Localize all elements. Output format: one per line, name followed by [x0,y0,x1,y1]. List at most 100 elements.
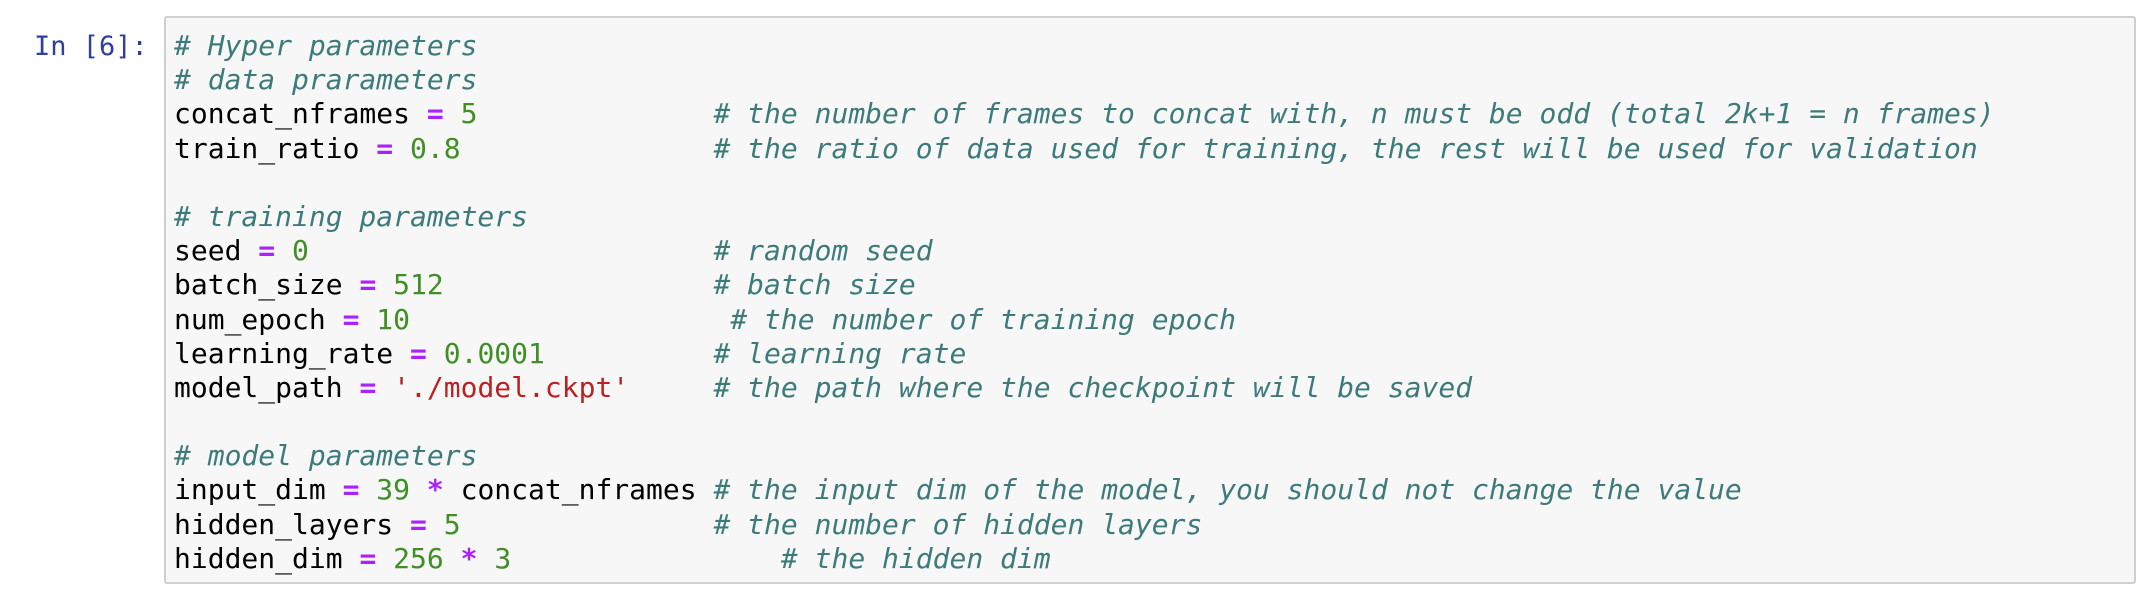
code-line: input_dim = 39 * concat_nframes # the in… [174,473,1995,507]
code-line: hidden_layers = 5 # the number of hidden… [174,508,1995,542]
code-comment: # learning rate [713,336,967,370]
code-line: seed = 0 # random seed [174,234,1995,268]
code-comment: # the path where the checkpoint will be … [713,370,1473,404]
code-identifier: batch_size [174,268,343,302]
code-identifier: input_dim [174,473,326,507]
code-comment: # the number of frames to concat with, n… [713,97,1995,131]
code-comment: # the number of training epoch [730,302,1237,336]
code-line: # Hyper parameters [174,29,1995,63]
code-identifier: hidden_dim [174,541,343,575]
code-line: # model parameters [174,439,1995,473]
input-prompt: In [6]: [34,31,148,62]
code-comment: # Hyper parameters [174,29,478,62]
code-comment: # the ratio of data used for training, t… [713,131,1978,165]
code-line: learning_rate = 0.0001 # learning rate [174,337,1995,371]
code-identifier: train_ratio [174,131,360,165]
code-number: 5 [443,507,461,541]
code-comment: # batch size [713,268,916,302]
code-number: 0.0001 [443,336,545,370]
code-number: 256 [393,541,444,575]
code-line: model_path = './model.ckpt' # the path w… [174,371,1995,405]
code-line: # training parameters [174,200,1995,234]
code-line: concat_nframes = 5 # the number of frame… [174,97,1995,131]
code-string: './model.ckpt' [393,370,630,404]
code-content[interactable]: # Hyper parameters # data prarameters conc… [174,29,1995,576]
code-comment: # model parameters [174,439,478,473]
code-identifier: concat_nframes [174,97,411,131]
code-number: 10 [376,302,411,336]
code-identifier: seed [174,234,242,268]
code-comment: # random seed [713,234,933,268]
notebook-code-cell: In [6]: # Hyper parameters # data prarame… [0,0,2146,598]
code-operator: = [426,97,444,131]
code-line: hidden_dim = 256 * 3 # the hidden dim [174,542,1995,576]
code-operator: * [426,473,444,507]
code-line: batch_size = 512 # batch size [174,268,1995,302]
code-identifier: learning_rate [174,336,394,370]
code-line: num_epoch = 10 # the number of training … [174,303,1995,337]
code-operator: = [359,370,377,404]
code-line: # data prarameters [174,63,1995,97]
code-identifier: hidden_layers [174,507,394,541]
code-operator: = [258,234,276,268]
code-operator: * [460,541,478,575]
code-comment: # the hidden dim [780,541,1051,575]
code-number: 0 [292,234,309,268]
code-editor[interactable]: # Hyper parameters # data prarameters conc… [164,16,2136,584]
code-comment: # training parameters [174,199,529,233]
code-number: 512 [393,268,444,302]
code-operator: = [376,131,394,165]
code-line: train_ratio = 0.8 # the ratio of data us… [174,132,1995,166]
code-number: 0.8 [410,131,461,165]
code-operator: = [410,336,427,370]
code-identifier: concat_nframes [460,473,697,507]
code-operator: = [359,541,377,575]
code-operator: = [359,268,377,302]
code-number: 39 [376,473,411,507]
code-identifier: model_path [174,370,343,404]
code-operator: = [410,507,427,541]
code-operator: = [342,473,360,507]
code-operator: = [342,302,360,336]
code-comment: # the number of hidden layers [713,507,1203,541]
code-comment: # data prarameters [174,63,478,97]
code-identifier: num_epoch [174,302,326,336]
code-number: 5 [460,97,478,131]
